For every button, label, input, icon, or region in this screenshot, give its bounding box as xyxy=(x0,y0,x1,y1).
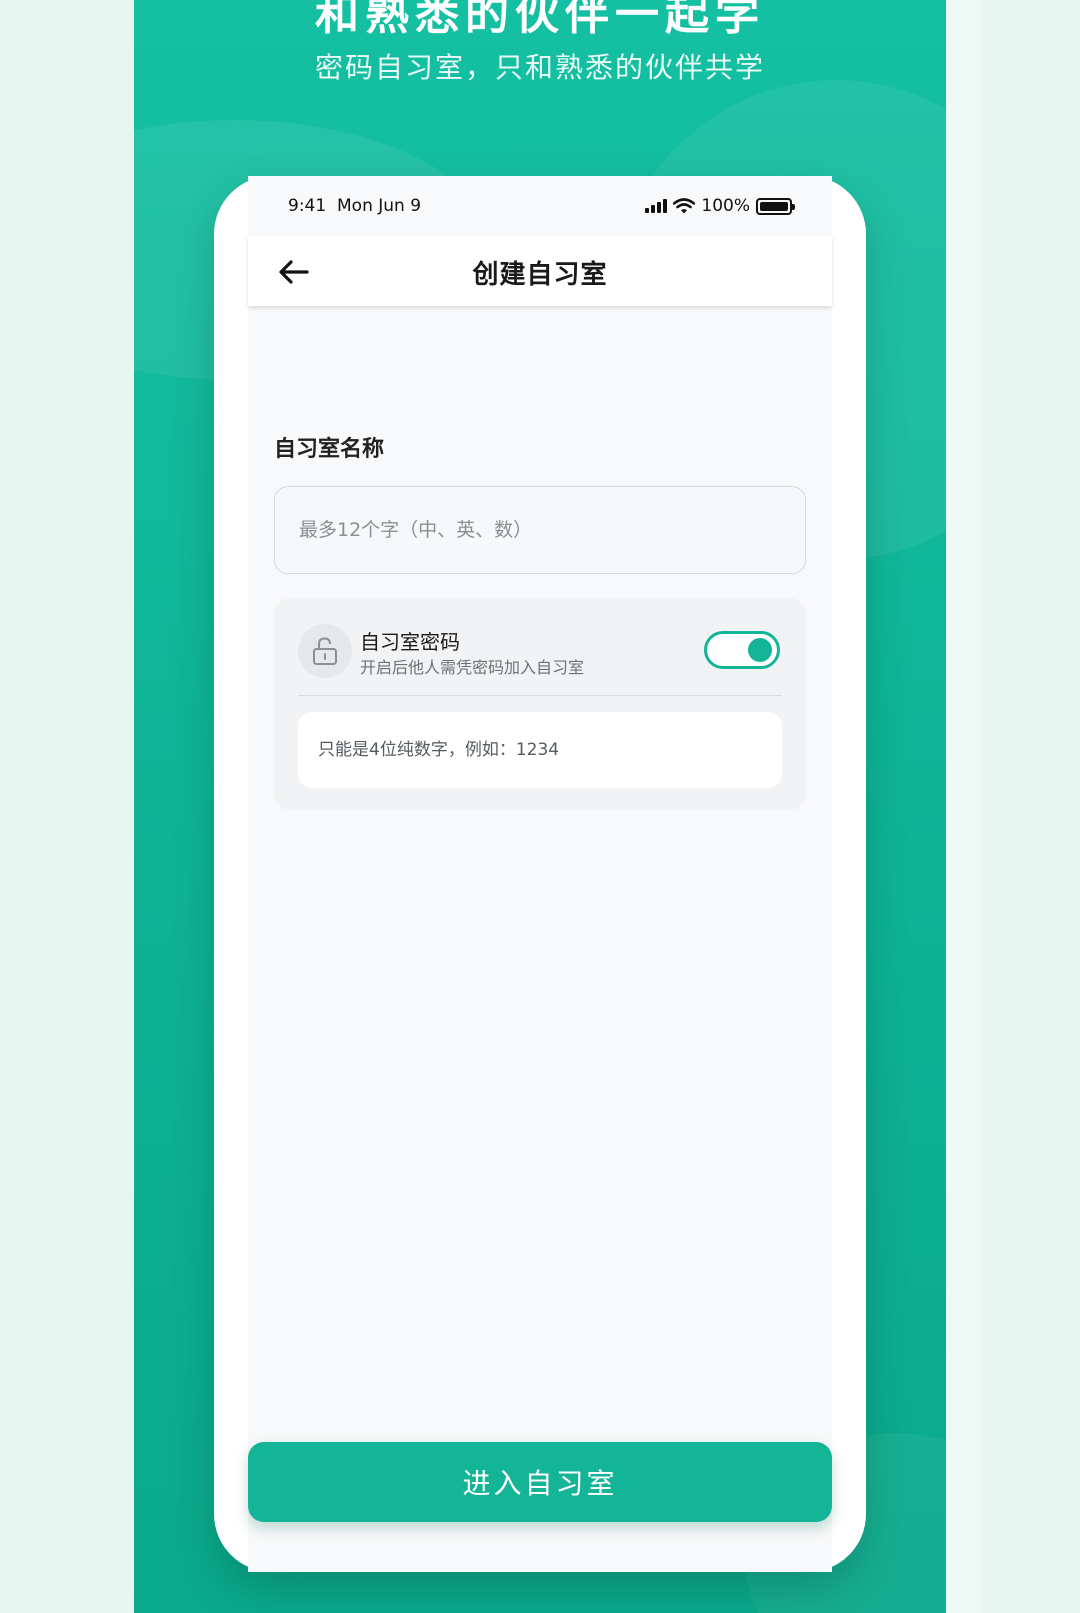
status-bar: 9:41 Mon Jun 9 100% xyxy=(248,196,832,226)
divider xyxy=(298,695,782,696)
page-background-right xyxy=(946,0,1080,1613)
promo-headline: 和熟悉的伙伴一起学 xyxy=(315,0,765,40)
battery-icon xyxy=(756,197,795,215)
battery-percent: 100% xyxy=(701,196,750,216)
unlock-icon xyxy=(298,624,352,678)
promo-subline: 密码自习室，只和熟悉的伙伴共学 xyxy=(314,51,765,84)
room-name-input[interactable] xyxy=(274,486,806,574)
phone-frame: 9:41 Mon Jun 9 100% 创建自习室 自习室名称 最多12个字（中… xyxy=(214,176,866,1572)
page-background-left xyxy=(0,0,134,1613)
cellular-signal-icon xyxy=(645,199,668,213)
nav-bar: 创建自习室 xyxy=(248,236,832,306)
wifi-icon xyxy=(673,198,696,214)
status-indicators: 100% xyxy=(645,196,795,216)
status-time: 9:41 Mon Jun 9 xyxy=(288,196,422,216)
password-description: 开启后他人需凭密码加入自习室 xyxy=(360,658,585,677)
password-toggle[interactable] xyxy=(704,631,780,669)
enter-room-button[interactable]: 进入自习室 xyxy=(248,1442,832,1522)
toggle-knob xyxy=(748,638,772,662)
password-title: 自习室密码 xyxy=(360,630,460,654)
page-title: 创建自习室 xyxy=(472,260,608,290)
promo-panel: 和熟悉的伙伴一起学 密码自习室，只和熟悉的伙伴共学 9:41 Mon Jun 9… xyxy=(134,0,946,1613)
room-name-label: 自习室名称 xyxy=(274,437,385,462)
app-screen: 9:41 Mon Jun 9 100% 创建自习室 自习室名称 最多12个字（中… xyxy=(248,176,832,1572)
password-card: 自习室密码 开启后他人需凭密码加入自习室 xyxy=(274,598,806,810)
password-input[interactable] xyxy=(298,712,782,788)
